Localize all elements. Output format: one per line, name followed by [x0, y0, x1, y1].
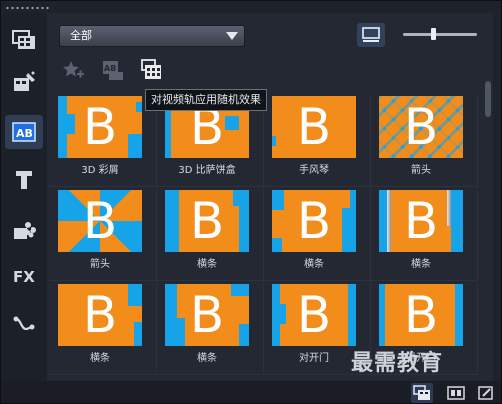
- transition-thumbnail: B: [379, 190, 463, 252]
- library-panel: AB FX 全部 AB 对视频轨应用随机效果 B 3D 彩屑 B 3D 比萨饼盒…: [0, 0, 502, 404]
- svg-text:AB: AB: [16, 127, 33, 140]
- category-value: 全部: [70, 29, 92, 42]
- transition-item[interactable]: B 横条: [371, 187, 478, 281]
- chevron-down-icon: [226, 32, 238, 40]
- transition-thumbnail: B: [272, 284, 356, 346]
- media-library-icon: [413, 385, 430, 400]
- transition-thumbnail: B: [272, 190, 356, 252]
- view-toggle-button[interactable]: [357, 23, 385, 47]
- category-dropdown[interactable]: 全部: [59, 25, 245, 47]
- scrollbar-thumb[interactable]: [485, 81, 491, 117]
- transition-item[interactable]: B 3D 彩屑: [50, 93, 157, 187]
- transition-caption: 横条: [304, 259, 324, 270]
- slider-knob[interactable]: [431, 28, 436, 40]
- path-button[interactable]: [5, 307, 43, 341]
- transition-caption: 箭头: [90, 259, 110, 270]
- options-panel-button[interactable]: [445, 383, 467, 403]
- transition-thumbnail: B: [272, 96, 356, 158]
- edit-icon: [478, 386, 493, 400]
- filter-fx-button[interactable]: FX: [5, 259, 43, 293]
- library-sidebar: AB FX: [1, 13, 47, 381]
- transition-item[interactable]: B 箭头: [371, 93, 478, 187]
- instant-project-button[interactable]: [5, 65, 43, 99]
- transition-gallery: 全部 AB 对视频轨应用随机效果 B 3D 彩屑 B 3D 比萨饼盒 B 手风琴…: [47, 13, 493, 381]
- apply-random-effect-button[interactable]: [137, 58, 165, 82]
- panel-layout-icon: [447, 386, 465, 400]
- add-to-favorites-button[interactable]: [59, 58, 87, 82]
- bottom-toolbar: [1, 381, 501, 403]
- transition-caption: 横条: [90, 353, 110, 364]
- thumbnail-size-slider[interactable]: [403, 28, 477, 40]
- transition-item[interactable]: B 横条: [157, 187, 264, 281]
- transition-thumbnail: B: [58, 190, 142, 252]
- graphic-icon: [14, 222, 36, 239]
- transition-caption: 箭头: [411, 165, 431, 176]
- transition-item[interactable]: B 手风琴: [264, 93, 371, 187]
- random-effect-tooltip: 对视频轨应用随机效果: [145, 89, 267, 111]
- svg-text:FX: FX: [13, 268, 35, 286]
- title-icon: [16, 171, 32, 189]
- library-view-button[interactable]: [411, 383, 433, 403]
- transition-item[interactable]: B 横条: [50, 281, 157, 375]
- instant-project-icon: [14, 71, 35, 91]
- transition-thumbnail: B: [58, 96, 142, 158]
- title-button[interactable]: [5, 163, 43, 197]
- transition-caption: 3D 比萨饼盒: [178, 165, 236, 176]
- transition-item[interactable]: B 箭头: [50, 187, 157, 281]
- watermark: 最需教育: [351, 351, 444, 376]
- thumbnail-letter: B: [403, 98, 439, 156]
- transition-thumbnail: B: [58, 284, 142, 346]
- thumbnail-letter: B: [296, 98, 332, 156]
- apply-to-track-button[interactable]: AB: [99, 58, 127, 82]
- transition-caption: 手风琴: [299, 165, 329, 176]
- transition-thumbnail: B: [379, 96, 463, 158]
- transition-item[interactable]: B 横条: [157, 281, 264, 375]
- random-effect-icon: [141, 59, 161, 79]
- media-library-icon: [12, 30, 35, 49]
- thumbnail-letter: B: [82, 192, 118, 250]
- svg-text:AB: AB: [104, 64, 116, 73]
- transition-thumbnail: B: [379, 284, 463, 346]
- transition-caption: 横条: [197, 353, 217, 364]
- transition-item[interactable]: B 横条: [264, 187, 371, 281]
- graphic-button[interactable]: [5, 213, 43, 247]
- ab-transition-track-icon: AB: [103, 61, 123, 80]
- transition-caption: 3D 彩屑: [81, 165, 119, 176]
- transition-caption: 对开门: [299, 353, 329, 364]
- filter-fx-icon: FX: [13, 268, 35, 286]
- panel-grip[interactable]: [5, 6, 51, 10]
- path-icon: [13, 316, 35, 331]
- transition-caption: 横条: [411, 259, 431, 270]
- transition-caption: 横条: [197, 259, 217, 270]
- thumbnail-letter: B: [403, 286, 439, 344]
- star-add-icon: [63, 61, 84, 78]
- transition-thumbnail: B: [165, 190, 249, 252]
- thumbnail-view-icon: [362, 27, 380, 42]
- edit-button[interactable]: [475, 383, 497, 403]
- media-library-button[interactable]: [5, 23, 43, 57]
- transition-grid: B 3D 彩屑 B 3D 比萨饼盒 B 手风琴 B 箭头 B 箭头 B 横条 B…: [50, 93, 480, 381]
- transition-icon: AB: [12, 122, 36, 142]
- gallery-scrollbar[interactable]: [484, 79, 493, 379]
- transition-button[interactable]: AB: [5, 115, 43, 149]
- transition-thumbnail: B: [165, 284, 249, 346]
